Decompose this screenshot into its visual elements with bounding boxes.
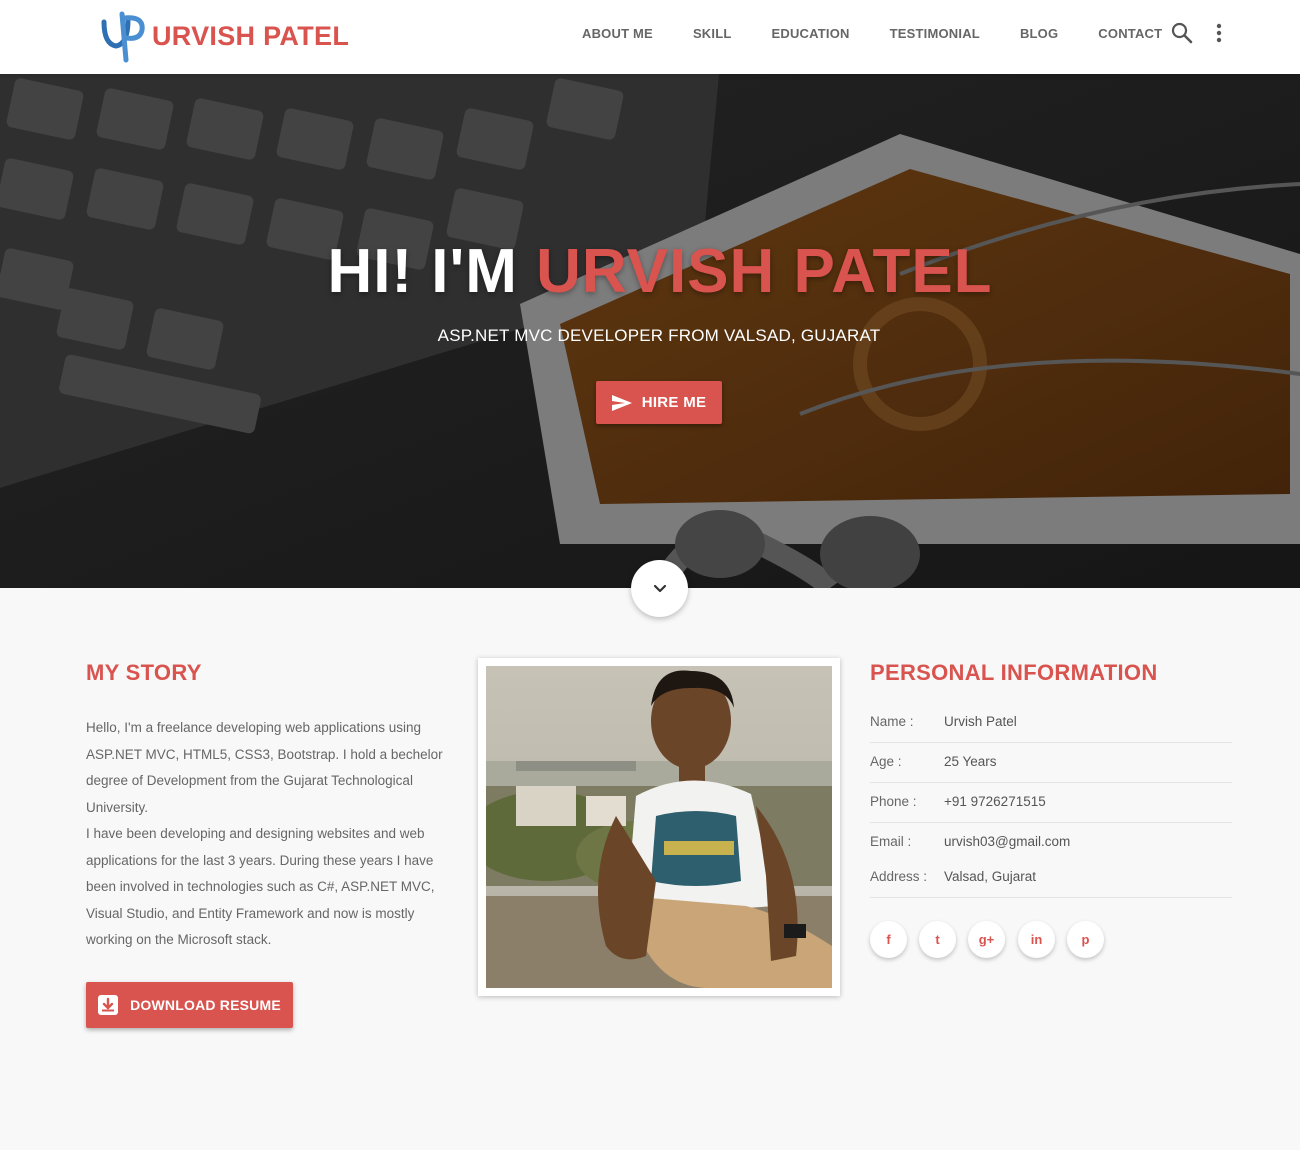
info-row-email: Email : urvish03@gmail.com [870, 834, 1232, 858]
linkedin-icon[interactable]: in [1018, 921, 1055, 958]
site-header: URVISH PATEL ABOUT ME SKILL EDUCATION TE… [0, 0, 1300, 74]
info-value: 25 Years [944, 754, 997, 769]
profile-photo-frame [478, 658, 840, 996]
more-vertical-icon[interactable] [1209, 21, 1229, 45]
story-paragraph: I have been developing and designing web… [86, 826, 435, 947]
info-label: Address : [870, 869, 928, 884]
info-row-address: Address : Valsad, Gujarat [870, 869, 1232, 898]
pinterest-icon[interactable]: p [1067, 921, 1104, 958]
info-value: +91 9726271515 [944, 794, 1046, 809]
profile-photo [486, 666, 832, 988]
nav-item-skill[interactable]: SKILL [673, 26, 752, 41]
chevron-down-icon [653, 584, 666, 592]
download-resume-button[interactable]: DOWNLOAD RESUME [86, 982, 293, 1028]
search-icon[interactable] [1171, 22, 1193, 44]
info-row-phone: Phone : +91 9726271515 [870, 794, 1232, 823]
nav-item-testimonial[interactable]: TESTIMONIAL [870, 26, 1000, 41]
my-story-text: Hello, I'm a freelance developing web ap… [86, 715, 456, 954]
story-paragraph: Hello, I'm a freelance developing web ap… [86, 720, 443, 815]
nav-item-contact[interactable]: CONTACT [1078, 26, 1182, 41]
brand-name: URVISH PATEL [152, 20, 350, 51]
hero-title: HI! I'M URVISH PATEL [0, 236, 1300, 307]
nav-item-education[interactable]: EDUCATION [752, 26, 870, 41]
facebook-icon[interactable]: f [870, 921, 907, 958]
send-icon [611, 394, 632, 411]
google-plus-icon[interactable]: g+ [968, 921, 1005, 958]
twitter-icon[interactable]: t [919, 921, 956, 958]
info-label: Name : [870, 714, 914, 729]
info-label: Phone : [870, 794, 917, 809]
info-row-name: Name : Urvish Patel [870, 714, 1232, 743]
download-box-icon [98, 995, 119, 1015]
hero-subtitle: ASP.NET MVC DEVELOPER FROM VALSAD, GUJAR… [437, 326, 881, 345]
scroll-down-button[interactable] [631, 560, 688, 617]
nav-item-blog[interactable]: BLOG [1000, 26, 1078, 41]
hire-me-label: HIRE ME [641, 394, 707, 411]
hero-name: URVISH PATEL [536, 237, 993, 306]
hire-me-button[interactable]: HIRE ME [596, 381, 722, 424]
info-label: Age : [870, 754, 902, 769]
hero-section: HI! I'M URVISH PATEL ASP.NET MVC DEVELOP… [0, 74, 1300, 588]
my-story-title: MY STORY [86, 660, 202, 685]
logo-mark-icon [101, 11, 145, 63]
info-value: Urvish Patel [944, 714, 1017, 729]
main-nav: ABOUT ME SKILL EDUCATION TESTIMONIAL BLO… [562, 0, 1182, 66]
personal-information-title: PERSONAL INFORMATION [870, 660, 1158, 685]
download-resume-label: DOWNLOAD RESUME [130, 997, 281, 1013]
info-label: Email : [870, 834, 912, 849]
nav-item-about-me[interactable]: ABOUT ME [562, 26, 673, 41]
info-row-age: Age : 25 Years [870, 754, 1232, 783]
info-value[interactable]: urvish03@gmail.com [944, 834, 1070, 849]
hero-greeting: HI! I'M [327, 237, 537, 306]
info-value: Valsad, Gujarat [944, 869, 1037, 884]
site-logo[interactable]: URVISH PATEL [98, 8, 349, 64]
